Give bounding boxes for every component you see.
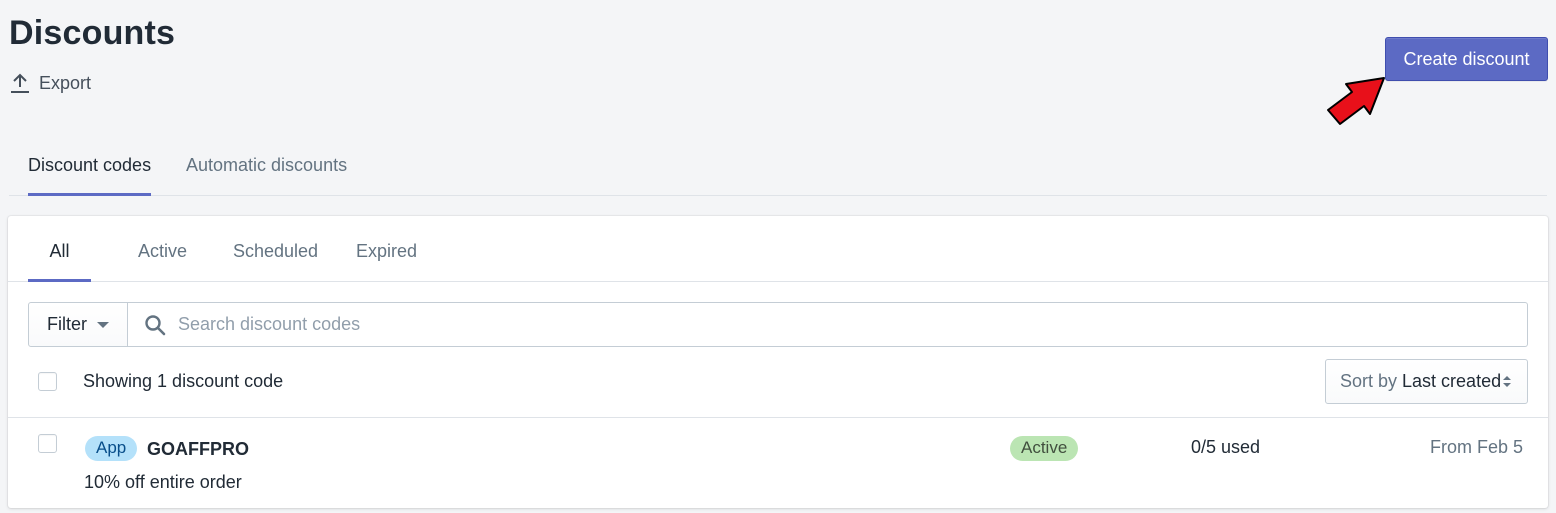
search-icon xyxy=(144,314,166,336)
discounts-card: All Active Scheduled Expired Filter Show… xyxy=(8,216,1548,508)
select-all-checkbox[interactable] xyxy=(38,372,57,391)
discount-code[interactable]: GOAFFPRO xyxy=(147,439,249,460)
chevron-down-icon xyxy=(97,321,109,328)
app-badge: App xyxy=(85,436,138,461)
status-badge: Active xyxy=(1010,436,1079,461)
tab-scheduled[interactable]: Scheduled xyxy=(233,241,318,282)
filter-button[interactable]: Filter xyxy=(28,302,128,347)
sort-value: Last created xyxy=(1402,371,1502,391)
tab-automatic-discounts[interactable]: Automatic discounts xyxy=(186,155,347,196)
filter-label: Filter xyxy=(47,314,87,334)
export-upload-icon xyxy=(9,72,31,94)
outer-tabs: Discount codes Automatic discounts xyxy=(9,145,1547,196)
tab-all[interactable]: All xyxy=(28,241,91,282)
page-title: Discounts xyxy=(9,14,176,52)
tab-expired[interactable]: Expired xyxy=(356,241,417,282)
sort-arrows-icon xyxy=(1503,376,1511,387)
usage-count: 0/5 used xyxy=(1191,437,1261,457)
search-box xyxy=(128,302,1528,347)
filter-row: Filter xyxy=(28,302,1528,347)
showing-count: Showing 1 discount code xyxy=(83,371,284,391)
sort-prefix: Sort by xyxy=(1340,371,1398,391)
list-item[interactable]: App GOAFFPRO 10% off entire order Active… xyxy=(8,418,1548,508)
red-arrow-annotation xyxy=(1322,72,1392,131)
inner-tabs: All Active Scheduled Expired xyxy=(8,216,1548,282)
start-date: From Feb 5 xyxy=(1429,437,1523,457)
tab-active[interactable]: Active xyxy=(138,241,187,282)
export-label: Export xyxy=(39,72,92,93)
create-discount-button[interactable]: Create discount xyxy=(1385,37,1548,81)
tab-discount-codes[interactable]: Discount codes xyxy=(28,155,152,196)
list-header: Showing 1 discount code Sort by Last cre… xyxy=(38,359,1528,404)
export-button[interactable]: Export xyxy=(9,72,91,94)
row-checkbox[interactable] xyxy=(38,434,57,453)
search-input[interactable] xyxy=(178,304,1527,345)
discount-description: 10% off entire order xyxy=(84,472,242,492)
sort-select[interactable]: Sort by Last created xyxy=(1325,359,1528,404)
